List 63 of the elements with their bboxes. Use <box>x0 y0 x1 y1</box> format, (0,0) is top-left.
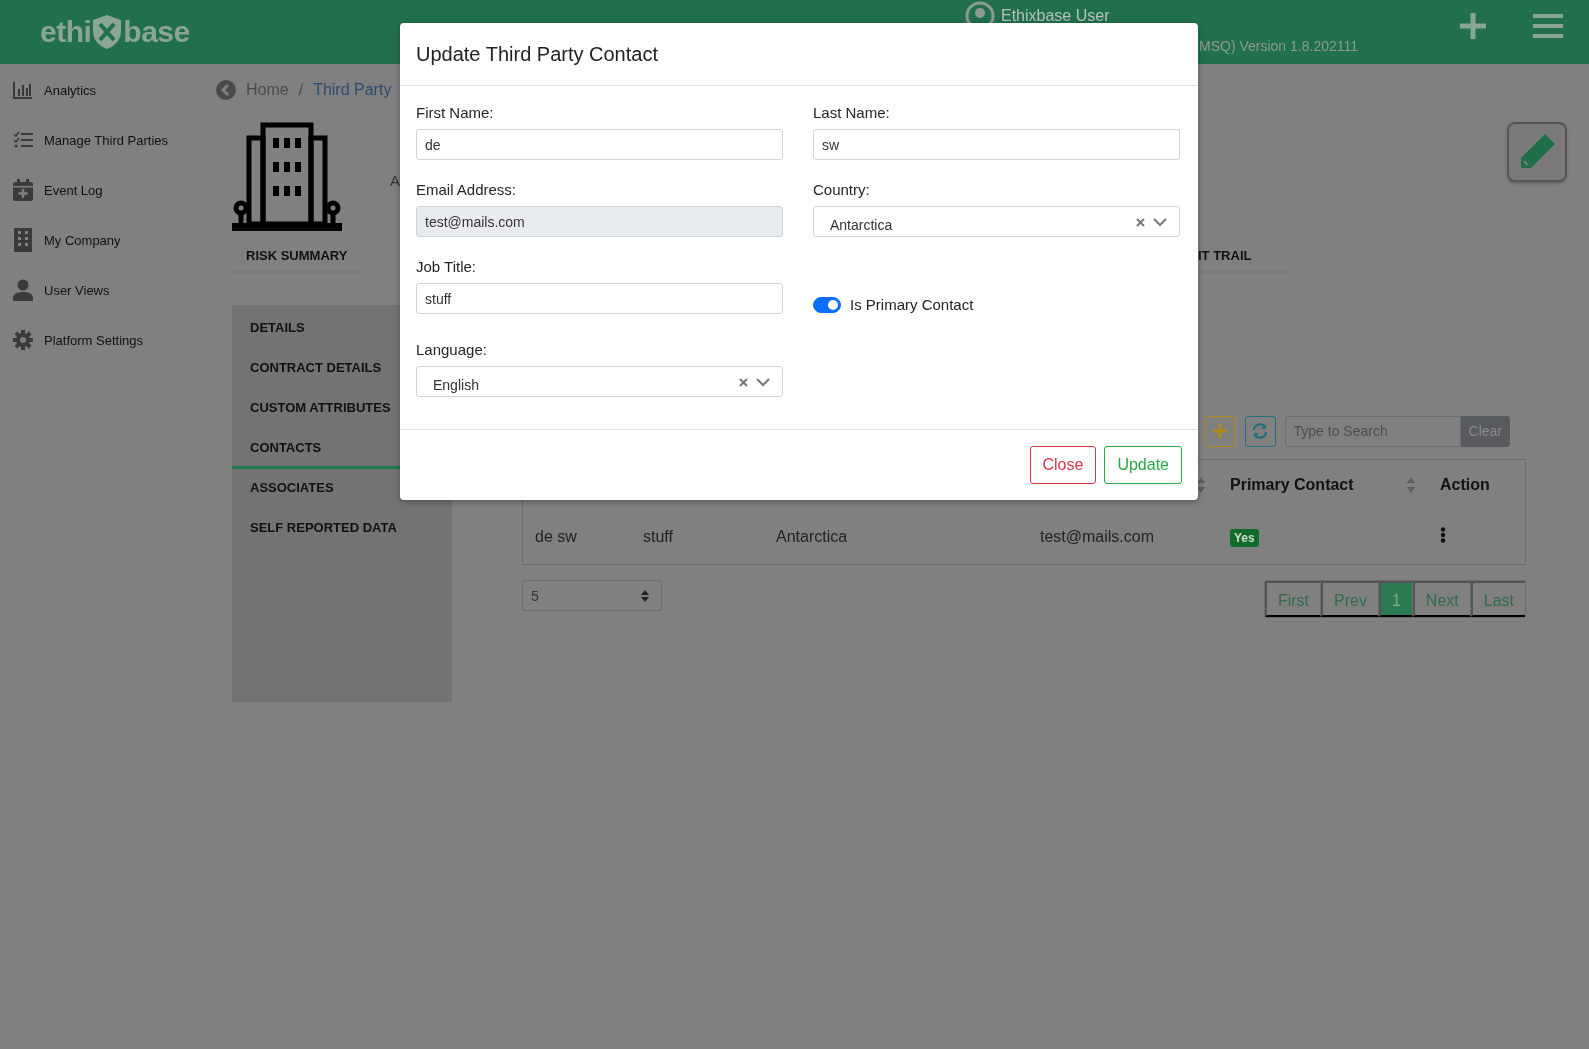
table-cell-text: stuff <box>642 528 674 546</box>
sidebar-item[interactable]: Event Log <box>44 182 103 198</box>
company-subtitle: A <box>390 172 400 189</box>
table-cell-text: test@mails.com <box>1039 528 1156 546</box>
logo-text: base <box>123 17 190 47</box>
more-options-icon[interactable] <box>1440 527 1446 543</box>
user-icon <box>12 279 34 301</box>
sidebar-item[interactable]: User Views <box>44 282 110 298</box>
chevron-down-icon <box>756 378 770 387</box>
toggle-label: Is Primary Contact <box>850 296 974 313</box>
sidebar-item[interactable]: Platform Settings <box>44 332 143 348</box>
clear-icon <box>739 378 748 387</box>
text-field[interactable]: de <box>416 129 783 160</box>
gear-icon <box>13 330 33 350</box>
text-field[interactable]: sw <box>813 129 1180 160</box>
dropdown-field[interactable]: English <box>416 366 783 397</box>
chevron-down-icon <box>1153 218 1167 227</box>
plus-icon[interactable] <box>1459 12 1487 40</box>
refresh-button[interactable] <box>1244 415 1276 447</box>
modal-title: Update Third Party Contact <box>416 42 658 66</box>
dropdown-field[interactable]: Antarctica <box>813 206 1180 237</box>
edit-button[interactable] <box>1507 122 1567 182</box>
bar-chart-icon <box>13 81 33 99</box>
sidebar-item[interactable]: Analytics <box>44 82 97 98</box>
tab[interactable]: RISK SUMMARY <box>232 240 362 273</box>
user-name: Ethixbase User <box>1001 7 1110 25</box>
field-label: Job Title: <box>416 258 478 275</box>
back-icon[interactable] <box>216 80 236 100</box>
building-icon <box>232 122 342 234</box>
logo-text: ethi <box>40 17 92 47</box>
field-label: Email Address: <box>416 181 518 198</box>
field-label: Country: <box>813 181 871 198</box>
checklist-icon <box>13 131 33 149</box>
close-button[interactable]: Close <box>1029 446 1097 484</box>
column-header: Primary Contact <box>1230 476 1354 494</box>
breadcrumb-link[interactable]: Third Party <box>313 81 392 99</box>
breadcrumb-separator: / <box>298 81 304 99</box>
plus-icon <box>1213 424 1228 438</box>
add-button[interactable] <box>1204 415 1236 447</box>
text-field[interactable]: stuff <box>416 283 783 314</box>
shield-logo-icon <box>91 14 124 50</box>
clear-icon <box>1136 218 1145 227</box>
sort-icon[interactable] <box>1196 476 1206 494</box>
version-text: MSQ) Version 1.8.202111 <box>1199 38 1359 54</box>
sidebar-item[interactable]: My Company <box>44 232 121 248</box>
calendar-plus-icon <box>13 179 33 201</box>
table-cell-text: Antarctica <box>775 528 849 546</box>
refresh-icon <box>1252 423 1269 439</box>
field-label: First Name: <box>416 104 495 121</box>
field-label: Language: <box>416 341 488 358</box>
table-cell-text: de sw <box>534 528 578 546</box>
toggle-switch[interactable] <box>813 296 841 313</box>
sidebar-item[interactable]: Manage Third Parties <box>44 132 169 148</box>
field-label: Last Name: <box>813 104 891 121</box>
page-button[interactable]: 1 <box>1378 581 1413 617</box>
update-button[interactable]: Update <box>1104 446 1182 484</box>
building-icon <box>14 228 32 252</box>
section-tab[interactable]: SELF REPORTED DATA <box>232 509 452 549</box>
menu-icon[interactable] <box>1533 13 1563 39</box>
status-badge: Yes <box>1230 528 1259 547</box>
column-header: Action <box>1440 476 1490 494</box>
page-size-select[interactable]: 5 <box>522 580 662 611</box>
sort-icon <box>641 589 649 602</box>
